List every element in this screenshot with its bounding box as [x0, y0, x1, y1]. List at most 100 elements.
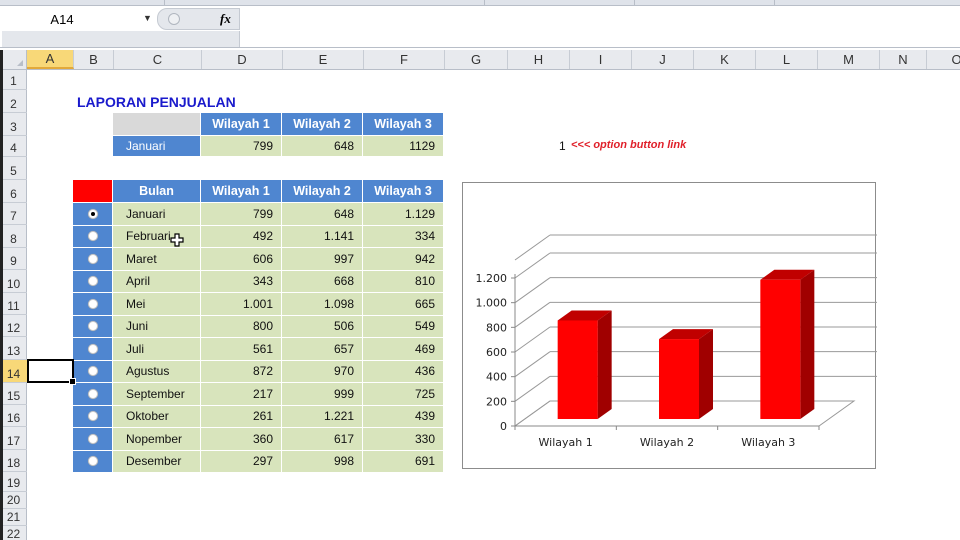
- x-tick-label: Wilayah 3: [741, 436, 795, 449]
- column-header-e[interactable]: E: [283, 50, 364, 69]
- row-header-9[interactable]: 9: [0, 248, 27, 270]
- row-header-14[interactable]: 14: [0, 360, 27, 383]
- summary-header-w1: Wilayah 1: [201, 113, 282, 136]
- column-header-j[interactable]: J: [632, 50, 694, 69]
- option-header-cell: [73, 180, 113, 203]
- option-button-juli[interactable]: [87, 343, 98, 354]
- row-header-15[interactable]: 15: [0, 383, 27, 405]
- w1-cell: 217: [201, 383, 282, 406]
- column-header-o[interactable]: O: [927, 50, 960, 69]
- option-button-cell[interactable]: [73, 270, 113, 293]
- option-button-cell[interactable]: [73, 293, 113, 316]
- summary-value-w3: 1129: [363, 136, 444, 157]
- option-button-januari[interactable]: [87, 208, 98, 219]
- column-header-m[interactable]: M: [818, 50, 880, 69]
- row-headers: 1 2 3 4 5 6 7 8 9 10 11 12 13 14 15 16 17 18 19 20 21 22: [0, 70, 27, 540]
- row-header-3[interactable]: 3: [0, 113, 27, 136]
- w2-cell: 1.141: [282, 225, 363, 248]
- option-button-cell[interactable]: [73, 225, 113, 248]
- expand-handle-icon[interactable]: [168, 13, 180, 25]
- column-header-n[interactable]: N: [880, 50, 927, 69]
- month-cell: Oktober: [113, 405, 201, 428]
- row-header-12[interactable]: 12: [0, 315, 27, 337]
- month-cell: Desember: [113, 450, 201, 473]
- option-button-maret[interactable]: [87, 253, 98, 264]
- column-header-d[interactable]: D: [202, 50, 283, 69]
- row-header-6[interactable]: 6: [0, 180, 27, 203]
- option-button-cell[interactable]: [73, 203, 113, 226]
- column-header-a[interactable]: A: [27, 50, 74, 69]
- row-header-4[interactable]: 4: [0, 136, 27, 157]
- option-button-cell[interactable]: [73, 383, 113, 406]
- option-button-nopember[interactable]: [87, 433, 98, 444]
- formula-input[interactable]: [241, 6, 960, 47]
- row-header-16[interactable]: 16: [0, 405, 27, 427]
- w3-cell: 665: [363, 293, 444, 316]
- row-header-18[interactable]: 18: [0, 450, 27, 472]
- option-button-september[interactable]: [87, 388, 98, 399]
- y-tick-label: 800: [486, 321, 507, 334]
- option-link-note: <<< option button link: [571, 139, 687, 151]
- option-button-cell[interactable]: [73, 360, 113, 383]
- column-header-k[interactable]: K: [694, 50, 756, 69]
- column-header-l[interactable]: L: [756, 50, 818, 69]
- column-header-h[interactable]: H: [508, 50, 570, 69]
- option-button-desember[interactable]: [87, 456, 98, 467]
- formula-bar-under: [2, 31, 240, 47]
- month-cell: Februari: [113, 225, 201, 248]
- column-header-g[interactable]: G: [445, 50, 508, 69]
- row-header-2[interactable]: 2: [0, 90, 27, 113]
- column-header-i[interactable]: I: [570, 50, 632, 69]
- active-cell-a14[interactable]: [27, 359, 76, 385]
- row-header-5[interactable]: 5: [0, 157, 27, 180]
- w1-cell: 261: [201, 405, 282, 428]
- formula-bar: A14 ▼ fx: [0, 6, 960, 48]
- option-button-cell[interactable]: [73, 248, 113, 271]
- name-box[interactable]: A14: [2, 9, 157, 29]
- w1-cell: 360: [201, 428, 282, 451]
- w3-cell: 439: [363, 405, 444, 428]
- sales-chart[interactable]: 0 200 400 600 800 1.000 1.200 Wilayah 1 Wilayah …: [462, 182, 877, 469]
- insert-function-icon[interactable]: fx: [220, 11, 231, 27]
- column-header-f[interactable]: F: [364, 50, 445, 69]
- y-tick-label: 200: [486, 395, 507, 408]
- row-header-20[interactable]: 20: [0, 492, 27, 509]
- select-all-button[interactable]: [0, 50, 27, 69]
- w1-cell: 561: [201, 338, 282, 361]
- y-tick-label: 1.200: [476, 272, 508, 285]
- month-cell: Nopember: [113, 428, 201, 451]
- option-button-mei[interactable]: [87, 298, 98, 309]
- option-button-cell[interactable]: [73, 428, 113, 451]
- month-cell: Mei: [113, 293, 201, 316]
- option-button-oktober[interactable]: [87, 411, 98, 422]
- row-header-19[interactable]: 19: [0, 472, 27, 492]
- w3-cell: 810: [363, 270, 444, 293]
- row-header-7[interactable]: 7: [0, 203, 27, 225]
- summary-value-w2: 648: [282, 136, 363, 157]
- month-cell: September: [113, 383, 201, 406]
- option-button-agustus[interactable]: [87, 366, 98, 377]
- option-button-cell[interactable]: [73, 405, 113, 428]
- column-header-c[interactable]: C: [114, 50, 202, 69]
- w2-cell: 998: [282, 450, 363, 473]
- option-button-cell[interactable]: [73, 338, 113, 361]
- bar-side-2: [699, 329, 713, 419]
- row-header-21[interactable]: 21: [0, 509, 27, 526]
- option-button-cell[interactable]: [73, 450, 113, 473]
- w1-cell: 492: [201, 225, 282, 248]
- option-button-juni[interactable]: [87, 321, 98, 332]
- option-button-april[interactable]: [87, 276, 98, 287]
- row-header-17[interactable]: 17: [0, 427, 27, 450]
- name-box-dropdown-icon[interactable]: ▼: [143, 13, 152, 23]
- row-header-8[interactable]: 8: [0, 225, 27, 248]
- column-header-b[interactable]: B: [74, 50, 114, 69]
- row-header-22[interactable]: 22: [0, 526, 27, 540]
- option-button-februari[interactable]: [87, 231, 98, 242]
- row-header-10[interactable]: 10: [0, 270, 27, 293]
- row-header-1[interactable]: 1: [0, 70, 27, 90]
- row-header-11[interactable]: 11: [0, 293, 27, 315]
- row-header-13[interactable]: 13: [0, 337, 27, 360]
- gridline-side: [514, 375, 551, 402]
- option-button-cell[interactable]: [73, 315, 113, 338]
- y-tick-label: 600: [486, 346, 507, 359]
